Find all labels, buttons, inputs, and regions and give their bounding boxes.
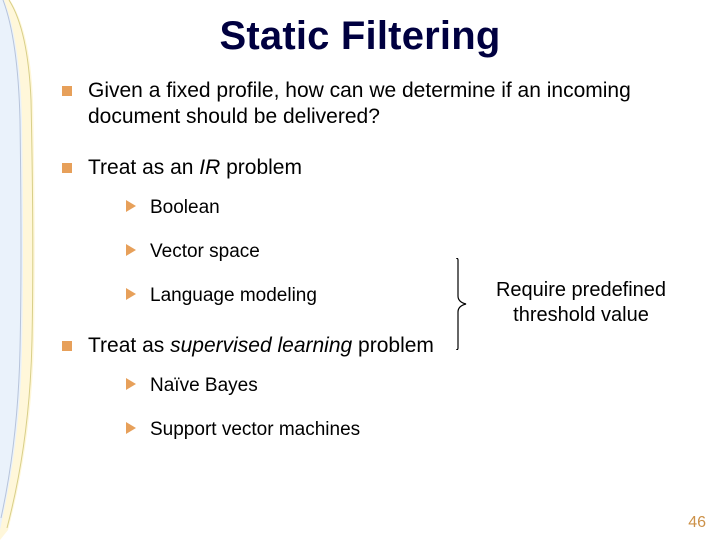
bullet-2-post: problem — [220, 156, 302, 179]
chevron-right-icon — [126, 378, 136, 390]
sub-bullet: Support vector machines — [126, 419, 702, 441]
sub-bullet-text: Boolean — [150, 197, 220, 219]
bullet-1: Given a fixed profile, how can we determ… — [62, 78, 702, 131]
bullet-2: Treat as an IR problem — [62, 155, 702, 181]
sub-bullet-text: Naïve Bayes — [150, 375, 258, 397]
sub-bullet: Naïve Bayes — [126, 375, 702, 397]
page-number: 46 — [688, 514, 706, 532]
slide-title: Static Filtering — [0, 14, 720, 59]
bracket-annotation: Require predefined threshold value — [476, 278, 686, 328]
slide-body: Given a fixed profile, how can we determ… — [62, 78, 702, 463]
chevron-right-icon — [126, 200, 136, 212]
bullet-1-text: Given a fixed profile, how can we determ… — [88, 78, 702, 131]
square-bullet-icon — [62, 86, 72, 96]
square-bullet-icon — [62, 341, 72, 351]
bracket-icon — [456, 258, 472, 355]
sub-bullet: Boolean — [126, 197, 702, 219]
bullet-2-em: IR — [199, 156, 220, 179]
sub-bullet-text: Support vector machines — [150, 419, 360, 441]
sub-bullet: Vector space — [126, 241, 702, 263]
bullet-3-text: Treat as supervised learning problem — [88, 333, 702, 359]
bullet-3: Treat as supervised learning problem — [62, 333, 702, 359]
sub-bullet-text: Vector space — [150, 241, 260, 263]
chevron-right-icon — [126, 244, 136, 256]
corner-decoration — [0, 0, 46, 540]
bullet-2-pre: Treat as an — [88, 156, 199, 179]
bullet-3-post: problem — [352, 334, 434, 357]
slide: Static Filtering Given a fixed profile, … — [0, 0, 720, 540]
bullet-3-em: supervised learning — [170, 334, 352, 357]
chevron-right-icon — [126, 288, 136, 300]
square-bullet-icon — [62, 163, 72, 173]
bullet-3-sublist: Naïve Bayes Support vector machines — [126, 375, 702, 441]
bullet-2-text: Treat as an IR problem — [88, 155, 702, 181]
chevron-right-icon — [126, 422, 136, 434]
bullet-3-pre: Treat as — [88, 334, 170, 357]
sub-bullet-text: Language modeling — [150, 285, 317, 307]
